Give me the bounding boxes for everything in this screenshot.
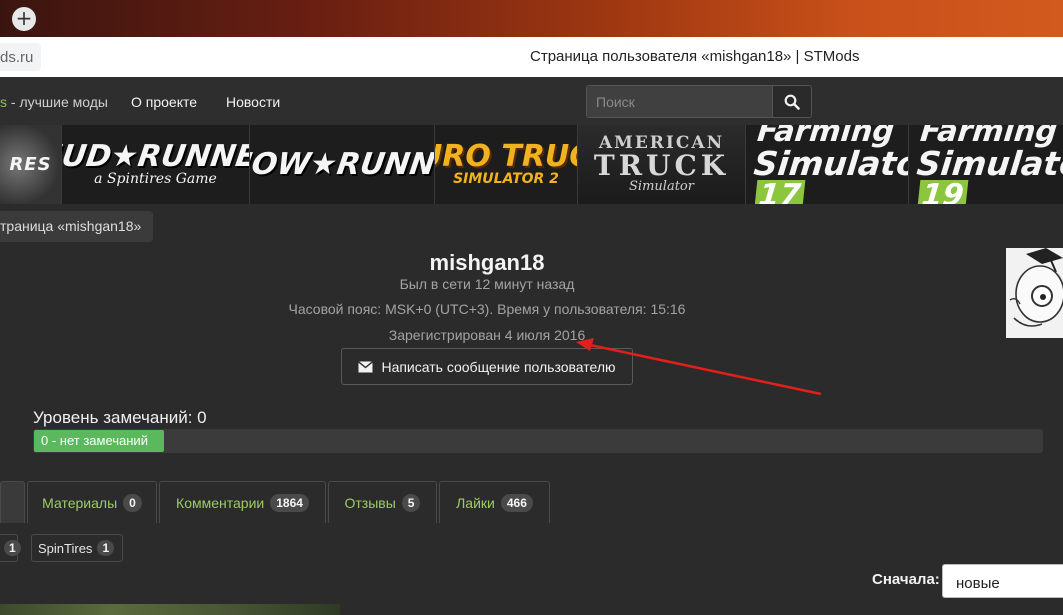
profile-tabs: Материалы 0 Комментарии 1864 Отзывы 5 Ла… (0, 481, 1063, 523)
tab-label: Отзывы (344, 494, 396, 511)
tab-label: Комментарии (176, 494, 265, 511)
browser-address-bar: ds.ru Страница пользователя «mishgan18» … (0, 37, 1063, 78)
game-banner-farming-19[interactable]: Farming Simulator19 (909, 125, 1063, 204)
game-banner-farming-17[interactable]: Farming Simulator17 (746, 125, 909, 204)
game-logo: Farming Simulator19 (912, 125, 1063, 204)
game-number: 19 (917, 178, 969, 204)
last-seen-text: Был в сети 12 минут назад (399, 276, 575, 292)
site-brand[interactable]: s - лучшие моды (0, 94, 108, 110)
nav-link-news[interactable]: Новости (226, 94, 280, 110)
avatar[interactable] (1006, 248, 1063, 338)
search-box (586, 85, 812, 118)
game-logo: Farming Simulator17 (749, 125, 908, 204)
game-title: MUD★RUNNER (62, 138, 250, 174)
sort-select[interactable]: новые (942, 564, 1063, 598)
search-input[interactable] (587, 86, 773, 117)
game-banner-euro-truck[interactable]: EURO TRUCK SIMULATOR 2 (435, 125, 578, 204)
tab-count-badge: 1864 (270, 493, 309, 512)
search-icon (784, 94, 800, 110)
nav-link-about[interactable]: О проекте (131, 94, 197, 110)
tab-materials[interactable]: Материалы 0 (27, 481, 157, 523)
breadcrumb: траница «mishgan18» (0, 211, 153, 242)
games-banner-strip: RES MUD★RUNNER a Spintires Game SNOW★RUN… (0, 125, 1063, 204)
url-text[interactable]: ds.ru (0, 49, 33, 66)
browser-tab-strip: + (0, 0, 1063, 37)
brand-accent: s (0, 94, 7, 110)
page-title: Страница пользователя «mishgan18» | STMo… (530, 48, 860, 65)
game-banner-spintires[interactable]: RES (0, 125, 62, 204)
game-subtitle: SIMULATOR 2 (453, 170, 559, 187)
sort-label: Сначала: (872, 571, 940, 588)
game-banner-snowrunner[interactable]: SNOW★RUNNER (250, 125, 435, 204)
filter-chip-count: 1 (4, 540, 21, 556)
tab-count-badge: 0 (123, 493, 142, 512)
tab-reviews[interactable]: Отзывы 5 (328, 481, 437, 523)
send-message-label: Написать сообщение пользователю (381, 358, 616, 375)
site-navbar: s - лучшие моды О проекте Новости (0, 77, 1063, 126)
warning-level-title: Уровень замечаний: 0 (33, 408, 207, 427)
game-number: 17 (754, 178, 806, 204)
filter-chip-spintires[interactable]: SpinTires 1 (31, 534, 123, 562)
tab-overview[interactable] (0, 481, 25, 523)
game-banner-mudrunner[interactable]: MUD★RUNNER a Spintires Game (62, 125, 250, 204)
filter-chip-count: 1 (97, 540, 115, 556)
game-title: EURO TRUCK (435, 138, 577, 174)
brand-tagline: - лучшие моды (7, 94, 108, 110)
avatar-cartoon-image (1006, 248, 1063, 338)
game-title: RES (9, 153, 52, 175)
game-title-main: TRUCK (593, 148, 730, 182)
new-tab-button[interactable]: + (12, 7, 36, 31)
tab-likes[interactable]: Лайки 466 (439, 481, 550, 523)
game-subtitle: a Spintires Game (94, 170, 217, 187)
warning-level-label: 0 - нет замечаний (41, 433, 148, 448)
profile-username: mishgan18 (429, 250, 545, 275)
envelope-icon (358, 360, 374, 372)
send-message-button[interactable]: Написать сообщение пользователю (341, 348, 633, 385)
content-thumbnail[interactable] (0, 604, 340, 615)
filter-chip[interactable]: 1 (0, 534, 21, 562)
tab-label: Материалы (42, 494, 118, 511)
search-button[interactable] (772, 86, 811, 117)
filter-chip-label: SpinTires (38, 540, 93, 556)
game-banner-american-truck[interactable]: AMERICAN TRUCK Simulator (578, 125, 746, 204)
timezone-text: Часовой пояс: MSK+0 (UTC+3). Время у пол… (288, 301, 686, 317)
game-title: SNOW★RUNNER (250, 146, 435, 182)
tab-count-badge: 5 (401, 493, 421, 512)
tab-label: Лайки (456, 494, 495, 511)
tab-comments[interactable]: Комментарии 1864 (159, 481, 326, 523)
registered-date-text: Зарегистрирован 4 июля 2016 (388, 327, 586, 343)
game-subtitle: Simulator (629, 178, 694, 194)
tab-count-badge: 466 (500, 493, 533, 512)
warning-level-bar: 0 - нет замечаний (33, 429, 1043, 453)
warning-level-fill: 0 - нет замечаний (34, 430, 164, 452)
